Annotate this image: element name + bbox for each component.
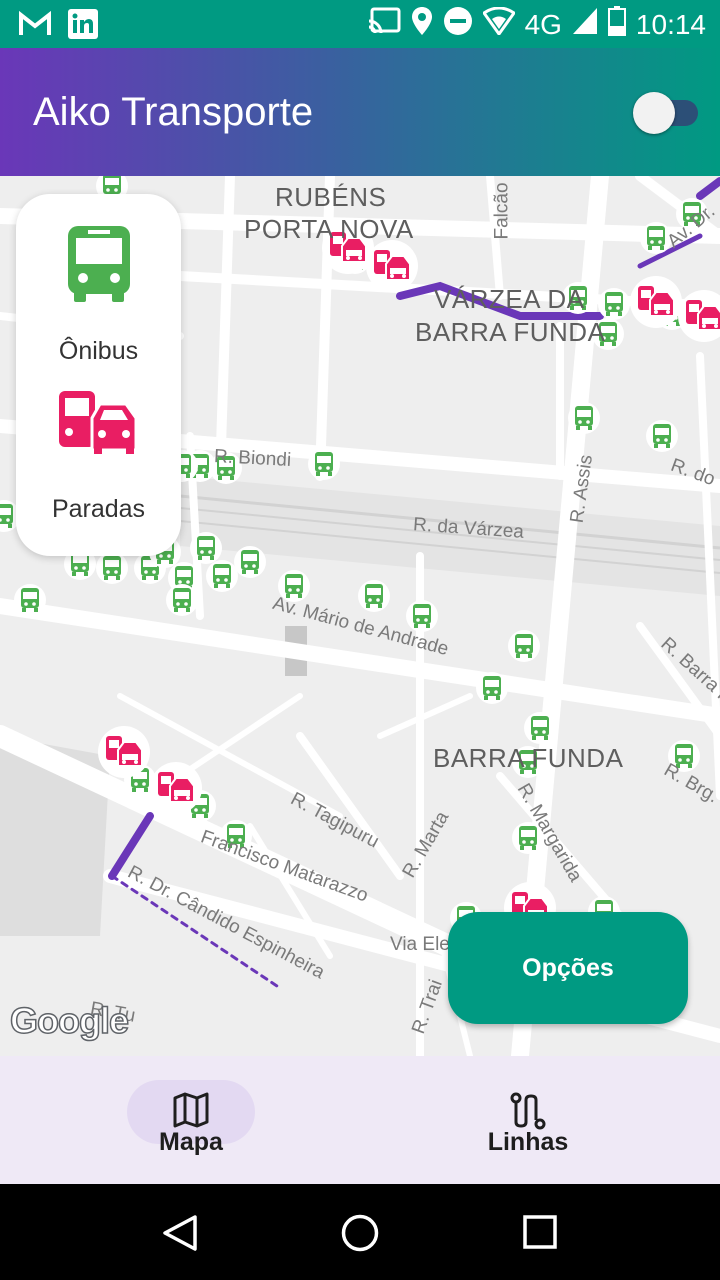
filter-stops-label: Paradas — [51, 495, 146, 523]
clock: 10:14 — [635, 8, 706, 40]
map-icon — [173, 1092, 209, 1133]
recents-icon[interactable] — [523, 1215, 557, 1254]
linkedin-icon — [66, 8, 100, 40]
back-icon[interactable] — [162, 1214, 198, 1257]
location-icon — [411, 6, 433, 43]
nav-label-map: Mapa — [159, 1128, 223, 1156]
map-street-label: Falcão — [491, 182, 513, 240]
cast-icon — [367, 7, 401, 42]
google-attribution: Google — [9, 999, 130, 1042]
filter-stops-button[interactable]: Paradas — [16, 390, 181, 524]
nav-item-lines[interactable]: Linhas — [360, 1056, 720, 1184]
map-area-label: VÁRZEA DA — [434, 284, 585, 314]
app-screen: 4G 10:14 Aiko Transporte RUBÉNS PORTA NO… — [0, 0, 720, 1280]
app-title: Aiko Transporte — [33, 90, 314, 134]
map-area-label: PORTA NOVA — [244, 214, 414, 244]
wifi-icon — [481, 6, 516, 42]
nav-label-lines: Linhas — [487, 1128, 569, 1156]
map-area-label: BARRA FUNDA — [415, 317, 606, 347]
options-button[interactable]: Opções — [448, 912, 688, 1024]
status-bar: 4G 10:14 — [0, 0, 720, 48]
filter-panel: Ônibus Paradas — [16, 194, 181, 556]
map-street-label: Via Ele — [390, 934, 450, 955]
map-area-label: BARRA FUNDA — [433, 743, 624, 773]
app-bar: Aiko Transporte — [0, 48, 720, 176]
bus-icon — [16, 224, 181, 309]
signal-icon — [572, 7, 598, 42]
stop-icon — [16, 390, 181, 461]
network-type: 4G — [524, 8, 562, 40]
map-street-label: R. Biondi — [213, 445, 292, 472]
home-icon[interactable] — [341, 1214, 379, 1257]
gmail-icon — [18, 8, 52, 40]
map-area-label: RUBÉNS — [275, 182, 387, 212]
filter-buses-label: Ônibus — [58, 337, 139, 365]
nav-item-map[interactable]: Mapa — [0, 1056, 360, 1184]
filter-buses-button[interactable]: Ônibus — [16, 224, 181, 366]
bottom-navigation: Mapa Linhas — [0, 1056, 720, 1184]
battery-icon — [607, 6, 626, 43]
system-navigation-bar — [0, 1184, 720, 1280]
do-not-disturb-icon — [443, 6, 473, 43]
toggle-switch-thumb[interactable] — [633, 92, 675, 134]
